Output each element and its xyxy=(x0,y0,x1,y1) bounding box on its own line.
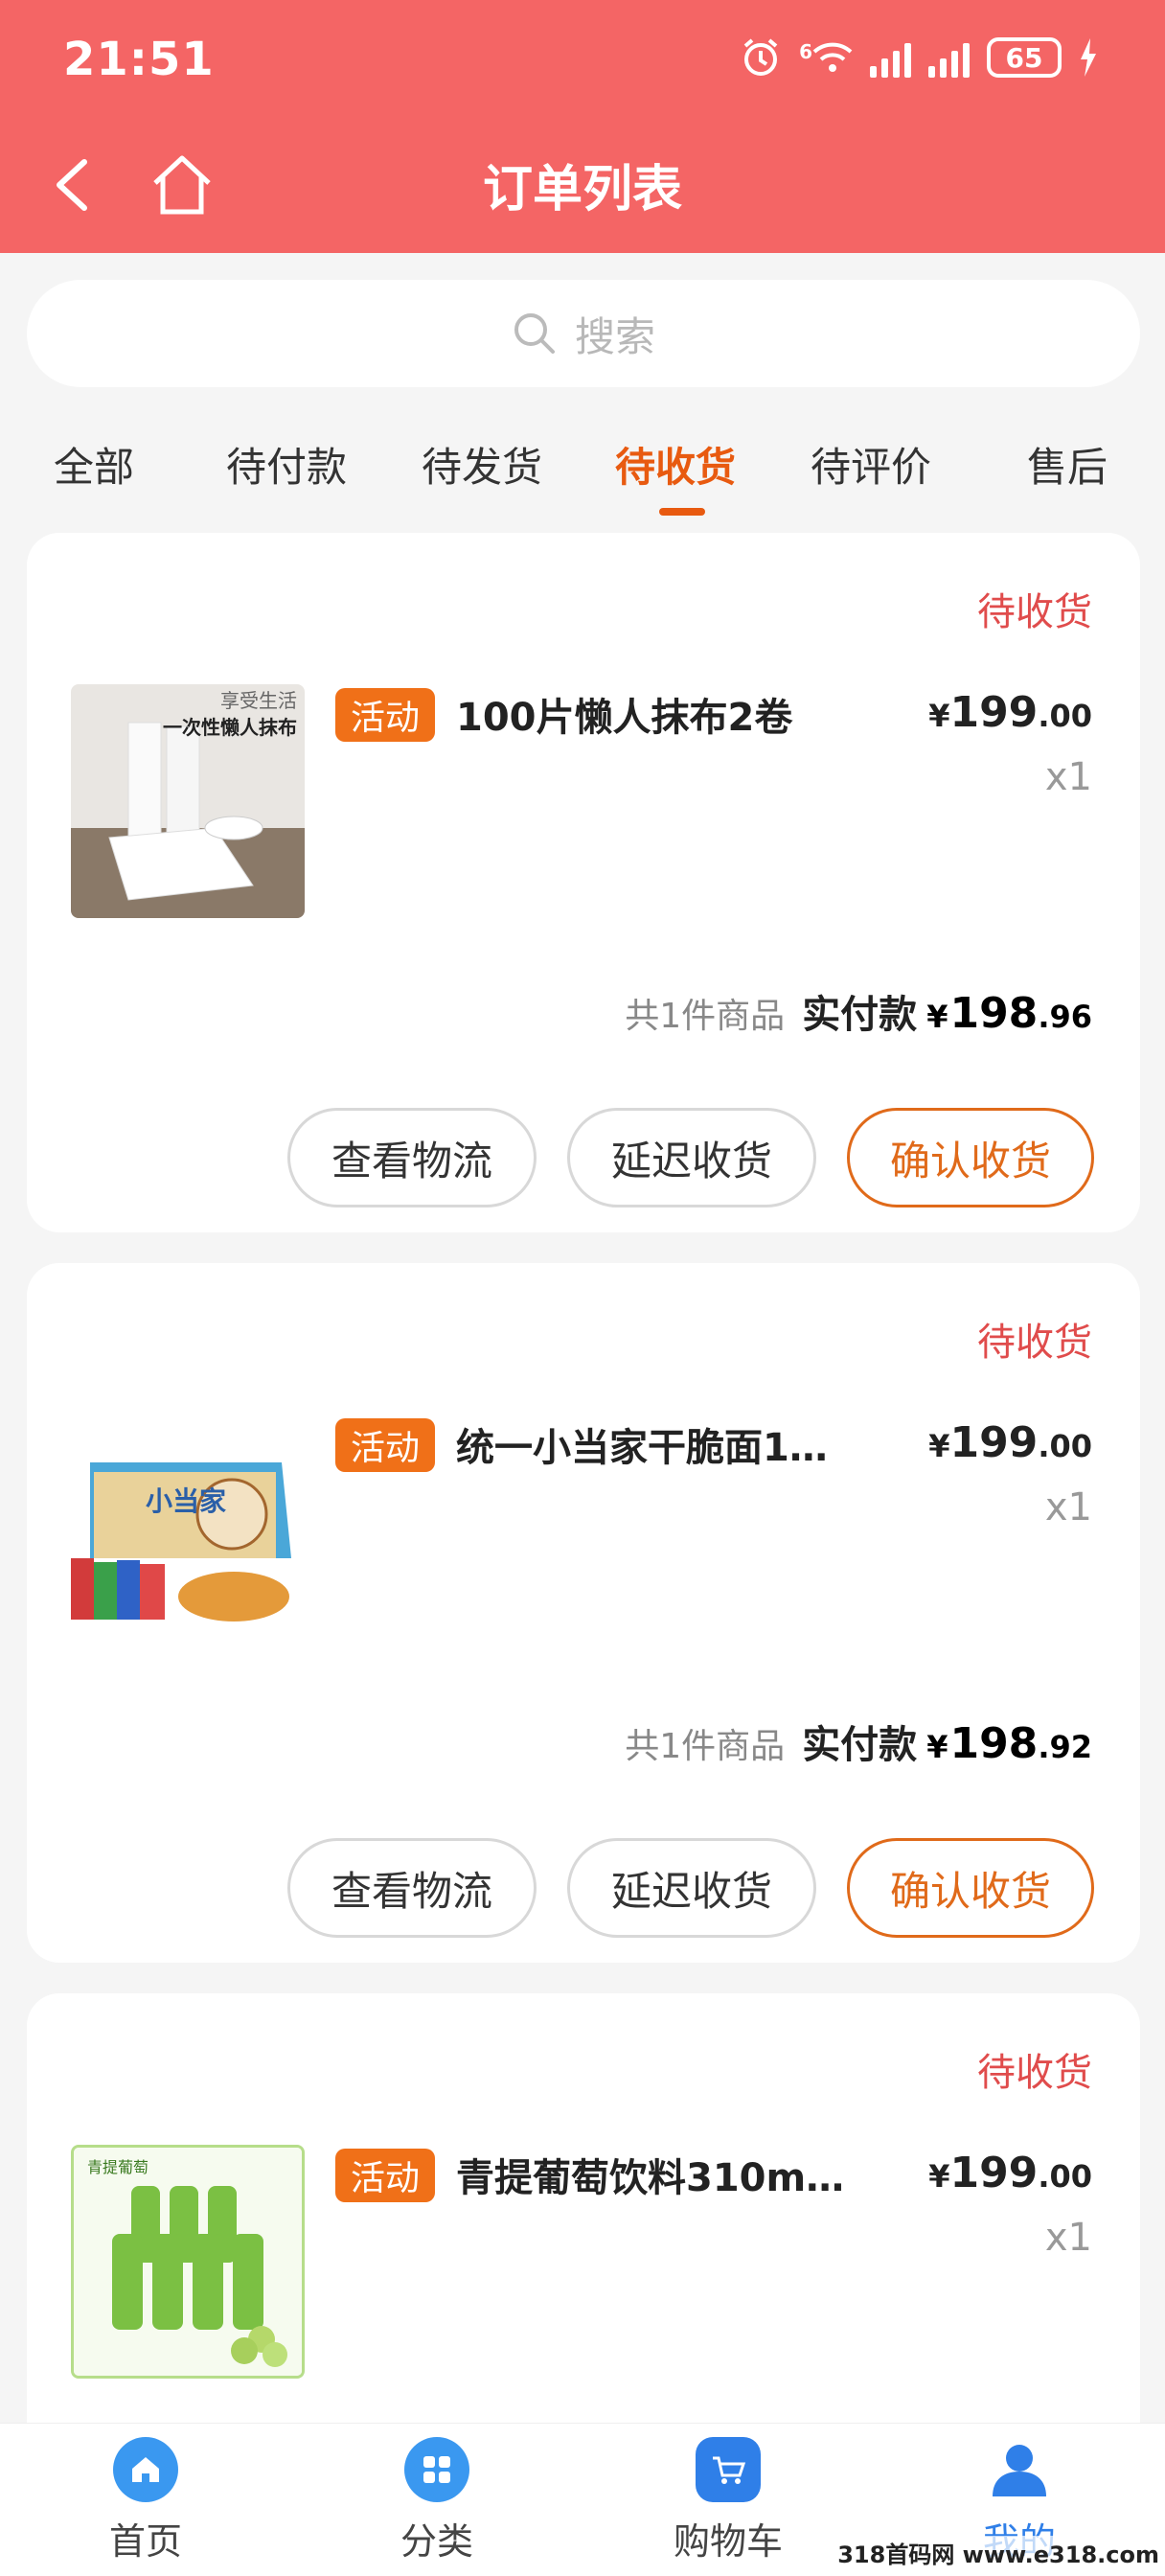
nav-item-cart[interactable]: 购物车 xyxy=(642,2437,814,2564)
product-name[interactable]: 100片懒人抹布2卷 xyxy=(456,686,868,742)
product-name[interactable]: 统一小当家干脆面1… xyxy=(456,1416,868,1472)
tab-pending-review[interactable]: 待评价 xyxy=(811,435,931,494)
confirm-receipt-button[interactable]: 确认收货 xyxy=(847,1838,1094,1938)
confirm-receipt-button[interactable]: 确认收货 xyxy=(847,1108,1094,1208)
paid-decimal: .96 xyxy=(1038,999,1092,1035)
product-price: ¥199.00 xyxy=(928,1418,1092,1467)
item-count: 共1件商品 xyxy=(625,997,786,1036)
product-price: ¥199.00 xyxy=(928,2149,1092,2197)
home-icon xyxy=(113,2437,178,2502)
order-status: 待收货 xyxy=(977,590,1092,634)
view-logistics-button[interactable]: 查看物流 xyxy=(287,1108,537,1208)
search-placeholder: 搜索 xyxy=(574,312,655,360)
paid-label: 实付款 xyxy=(802,993,918,1037)
user-icon xyxy=(987,2437,1052,2502)
order-summary: 共1件商品 实付款 ¥ 198 .96 xyxy=(625,983,1092,1039)
status-icons: 6 65 xyxy=(740,36,1098,79)
promo-tag: 活动 xyxy=(335,1418,436,1472)
paid-symbol: ¥ xyxy=(926,1729,948,1765)
order-card[interactable]: 待收货 青提葡萄 活动 青提葡萄饮料310m… ¥199.00 x1 xyxy=(27,1993,1140,2472)
status-bar: 21:51 6 65 xyxy=(0,0,1165,120)
app-header: 21:51 6 65 订单列表 xyxy=(0,0,1165,253)
paid-label: 实付款 xyxy=(802,1723,918,1767)
product-quantity: x1 xyxy=(1044,2216,1092,2260)
tab-pending-receipt[interactable]: 待收货 xyxy=(615,435,736,494)
signal-icon-2 xyxy=(928,37,970,78)
order-summary: 共1件商品 实付款 ¥ 198 .92 xyxy=(625,1714,1092,1769)
thumb-text-1: 小当家 xyxy=(146,1485,226,1517)
delay-receipt-button[interactable]: 延迟收货 xyxy=(567,1838,816,1938)
search-icon xyxy=(514,313,555,354)
order-card[interactable]: 待收货 享受生活 一次性懒人抹布 活动 100片懒人抹布2卷 ¥199.00 x… xyxy=(27,533,1140,1232)
battery-level: 65 xyxy=(1005,41,1043,74)
grid-icon xyxy=(404,2437,469,2502)
status-time: 21:51 xyxy=(63,33,215,86)
tab-after-sales[interactable]: 售后 xyxy=(1027,435,1108,494)
tab-pending-payment[interactable]: 待付款 xyxy=(226,435,347,494)
cart-icon xyxy=(696,2437,761,2502)
watermark: 318首码网 www.e318.com xyxy=(837,2536,1159,2569)
order-status: 待收货 xyxy=(977,2051,1092,2095)
view-logistics-button[interactable]: 查看物流 xyxy=(287,1838,537,1938)
thumb-text-1: 享受生活 xyxy=(220,689,297,712)
nav-item-category[interactable]: 分类 xyxy=(351,2437,523,2564)
order-status: 待收货 xyxy=(977,1321,1092,1365)
nav-label: 分类 xyxy=(400,2520,473,2563)
search-bar[interactable]: 搜索 xyxy=(27,280,1140,387)
paid-decimal: .92 xyxy=(1038,1729,1092,1765)
battery-icon: 65 xyxy=(987,37,1062,78)
product-image: 享受生活 一次性懒人抹布 xyxy=(71,684,305,918)
signal-icon-1 xyxy=(870,37,911,78)
item-count: 共1件商品 xyxy=(625,1727,786,1766)
page-title: 订单列表 xyxy=(482,161,682,218)
nav-item-home[interactable]: 首页 xyxy=(59,2437,232,2564)
tab-all[interactable]: 全部 xyxy=(54,435,134,494)
product-quantity: x1 xyxy=(1044,1485,1092,1530)
order-tabs: 全部 待付款 待发货 待收货 待评价 售后 xyxy=(0,422,1165,518)
product-price: ¥199.00 xyxy=(928,688,1092,737)
alarm-icon xyxy=(743,38,778,76)
product-image: 青提葡萄 xyxy=(71,2145,305,2379)
product-name[interactable]: 青提葡萄饮料310m… xyxy=(456,2147,868,2202)
wifi-icon: 6 xyxy=(799,40,853,75)
promo-tag: 活动 xyxy=(335,688,436,742)
order-card[interactable]: 待收货 小当家 活动 统一小当家干脆面1… ¥199.00 x1 共1件商品 实… xyxy=(27,1263,1140,1963)
tab-pending-shipment[interactable]: 待发货 xyxy=(422,435,542,494)
product-image: 小当家 xyxy=(71,1414,305,1648)
thumb-text-1: 青提葡萄 xyxy=(87,2158,148,2176)
charging-icon xyxy=(1081,38,1096,77)
network-type: 6 xyxy=(799,40,812,63)
product-quantity: x1 xyxy=(1044,755,1092,799)
nav-label: 首页 xyxy=(108,2520,182,2563)
nav-label: 购物车 xyxy=(673,2520,783,2563)
nav-bar: 订单列表 xyxy=(0,120,1165,253)
paid-symbol: ¥ xyxy=(926,999,948,1035)
promo-tag: 活动 xyxy=(335,2149,436,2202)
delay-receipt-button[interactable]: 延迟收货 xyxy=(567,1108,816,1208)
paid-integer: 198 xyxy=(949,1719,1039,1768)
thumb-text-2: 一次性懒人抹布 xyxy=(163,716,297,739)
active-tab-indicator xyxy=(659,508,705,516)
paid-integer: 198 xyxy=(949,989,1039,1038)
